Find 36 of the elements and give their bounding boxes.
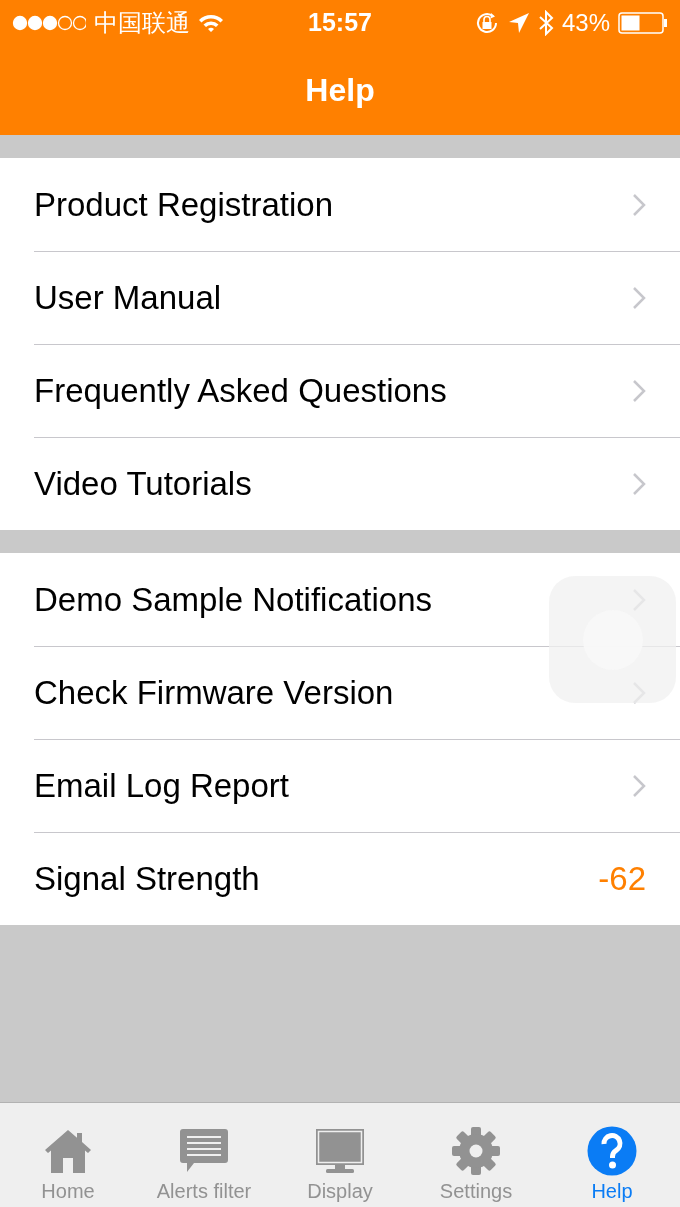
bluetooth-icon xyxy=(537,9,554,36)
message-icon xyxy=(179,1128,229,1174)
list-row[interactable]: Email Log Report xyxy=(34,739,680,832)
signal-icon xyxy=(12,14,86,31)
list-row[interactable]: Product Registration xyxy=(34,158,680,251)
carrier-name: 中国联通 xyxy=(94,7,190,38)
chevron-icon xyxy=(632,192,646,217)
row-label: Check Firmware Version xyxy=(34,674,395,712)
battery-percentage: 43% xyxy=(561,8,610,37)
chevron-icon xyxy=(632,774,646,798)
list-row[interactable]: Frequently Asked Questions xyxy=(34,344,680,437)
row-label: Frequently Asked Questions xyxy=(34,372,448,410)
help-icon xyxy=(587,1126,637,1176)
chevron-icon xyxy=(632,472,646,496)
chevron-icon xyxy=(632,379,646,403)
row-label: User Manual xyxy=(34,279,223,317)
chevron-icon xyxy=(632,286,646,310)
row-value: -62 xyxy=(598,860,646,898)
assistive-touch-button[interactable] xyxy=(549,576,676,703)
list-row[interactable]: Video Tutorials xyxy=(34,437,680,530)
clock-time: 15:57 xyxy=(308,8,372,37)
tab-item[interactable]: Help xyxy=(544,1103,680,1207)
list-row[interactable]: Signal Strength -62 xyxy=(34,832,680,925)
wifi-icon xyxy=(198,12,224,33)
row-label: Product Registration xyxy=(34,185,334,224)
gear-icon xyxy=(451,1126,501,1176)
battery-icon xyxy=(618,11,668,34)
list-row[interactable]: User Manual xyxy=(34,251,680,344)
row-label: Email Log Report xyxy=(34,767,290,805)
row-label: Signal Strength xyxy=(34,860,261,898)
row-label: Video Tutorials xyxy=(34,465,253,503)
monitor-icon xyxy=(315,1128,365,1174)
screen-title: Help xyxy=(305,71,375,109)
row-label: Demo Sample Notifications xyxy=(34,580,433,619)
location-icon xyxy=(507,11,530,34)
house-icon xyxy=(43,1128,93,1174)
